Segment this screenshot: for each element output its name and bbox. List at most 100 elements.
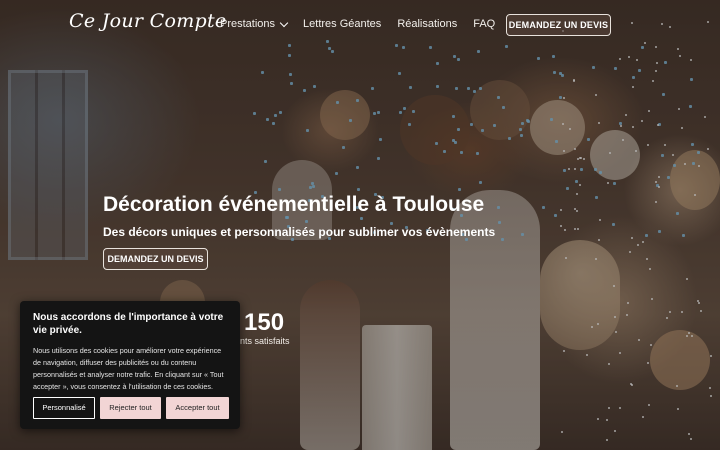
confetti-piece [553,70,557,74]
nav-item-faq[interactable]: FAQ [473,18,495,30]
balloon [650,330,710,390]
sparkle [597,418,600,421]
confetti-piece [550,118,554,122]
sparkle [628,250,631,253]
confetti-piece [657,229,661,233]
sparkle [696,299,699,302]
sparkle [694,193,697,196]
sparkle [647,144,650,147]
site-logo[interactable]: Ce Jour Compte [69,10,226,32]
sparkle [608,152,611,155]
sparkle [576,228,579,231]
balloon [590,130,640,180]
header-quote-button[interactable]: DEMANDEZ UN DEVIS [506,14,611,36]
confetti-piece [452,55,456,59]
site-header: Ce Jour Compte Prestations Lettres Géant… [0,0,720,50]
sparkle [648,110,651,113]
sparkle [628,56,631,59]
confetti-piece [661,153,665,157]
sparkle [648,403,651,406]
confetti-piece [308,185,312,189]
cookie-customize-button[interactable]: Personnalisé [33,397,95,419]
confetti-piece [527,120,531,124]
confetti-piece [481,128,485,132]
sparkle [640,120,643,123]
teddy-bear-decoration [540,240,620,350]
confetti-piece [689,104,693,108]
cookie-text: Nous utilisons des cookies pour améliore… [33,346,224,391]
confetti-piece [575,179,579,183]
confetti-piece [561,73,565,77]
cookie-reject-button[interactable]: Rejecter tout [100,397,161,419]
confetti-piece [452,115,456,119]
confetti-piece [457,127,461,131]
sparkle [598,122,601,125]
sparkle [597,323,600,326]
confetti-piece [593,168,597,172]
confetti-piece [637,69,641,73]
hero-quote-button[interactable]: DEMANDEZ UN DEVIS [103,248,208,270]
confetti-piece [355,165,359,169]
cookie-title: Nous accordons de l'importance à votre v… [33,312,224,336]
sparkle [575,193,578,196]
confetti-piece [631,75,635,79]
sparkle [650,297,653,300]
sparkle [700,310,703,313]
sparkle [562,123,565,126]
sparkle [629,382,632,385]
confetti-piece [662,92,666,96]
sparkle [625,114,627,117]
sparkle [646,258,649,261]
sparkle [573,168,576,171]
nav-item-lettres-geantes[interactable]: Lettres Géantes [303,18,381,30]
confetti-piece [435,61,439,65]
sparkle [648,267,651,270]
sparkle [597,239,600,242]
sparkle [579,183,582,186]
confetti-piece [520,133,524,137]
confetti-piece [681,233,685,237]
confetti-piece [676,212,680,216]
nav-item-prestations[interactable]: Prestations [220,18,289,30]
confetti-piece [477,50,481,54]
child-figure [300,280,360,450]
sparkle [567,167,570,170]
sparkle [595,257,598,260]
sparkle [708,387,711,390]
confetti-piece [501,106,505,110]
sparkle [576,210,578,213]
confetti-piece [475,152,479,156]
sparkle [591,325,594,328]
sparkle [572,80,575,83]
confetti-piece [253,111,257,115]
sparkle [688,332,691,335]
sparkle [574,207,577,210]
confetti-piece [497,206,501,210]
sparkle [656,61,659,64]
sparkle [573,79,576,82]
confetti-piece [525,119,529,123]
balloon [470,80,530,140]
confetti-piece [398,111,402,115]
confetti-piece [442,150,446,154]
nav-item-realisations[interactable]: Réalisations [397,18,457,30]
cookie-accept-button[interactable]: Accepter tout [166,397,229,419]
confetti-piece [355,99,359,103]
sparkle [615,330,618,333]
sparkle [606,418,609,421]
confetti-piece [473,90,476,94]
sparkle [678,55,681,58]
sparkle [608,407,611,410]
confetti-piece [342,145,346,149]
sparkle [608,363,611,366]
nav-item-label: Prestations [220,18,276,30]
confetti-piece [657,123,661,127]
sparkle [586,354,589,357]
stat-counter: 150 [244,309,285,336]
confetti-piece [579,167,583,171]
confetti-piece [613,181,617,185]
confetti-piece [261,70,265,74]
sparkle [672,154,675,157]
confetti-piece [397,71,401,75]
sparkle [606,182,609,185]
